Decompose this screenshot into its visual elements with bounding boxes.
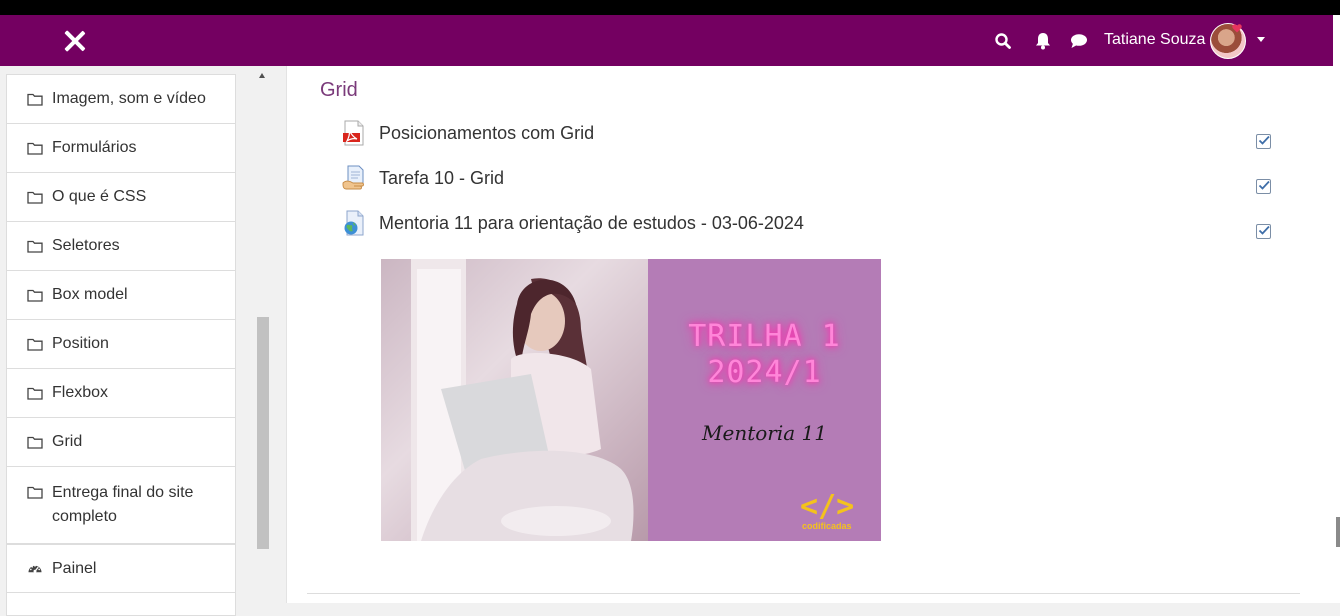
scroll-up-arrow-icon[interactable] <box>259 73 265 78</box>
banner-logo-symbol: </> <box>800 489 855 524</box>
sidebar-item-label: Imagem, som e vídeo <box>52 90 206 107</box>
sidebar-scrollbar-thumb[interactable] <box>257 317 269 549</box>
sidebar-item-label: O que é CSS <box>52 188 147 205</box>
sidebar-item-label: Grid <box>52 433 83 450</box>
sidebar-section-list: Imagem, som e vídeo Formulários O que é … <box>6 74 236 544</box>
folder-icon <box>27 338 43 351</box>
sidebar-item-entrega-final[interactable]: Entrega final do site completo <box>7 467 235 543</box>
folder-icon <box>27 387 43 400</box>
search-icon[interactable] <box>992 30 1014 52</box>
sidebar-item-grid[interactable]: Grid <box>7 418 235 467</box>
sidebar: Imagem, som e vídeo Formulários O que é … <box>0 66 270 616</box>
activity-label: Tarefa 10 - Grid <box>379 167 505 188</box>
activity-label: Mentoria 11 para orientação de estudos -… <box>379 212 804 233</box>
mentoria-banner-image: TRILHA 1 2024/1 Mentoria 11 </> codifica… <box>381 259 881 541</box>
sidebar-item-label: Seletores <box>52 237 120 254</box>
banner-title-line2: 2024/1 <box>707 355 822 390</box>
folder-icon <box>27 289 43 302</box>
sidebar-item-label: Entrega final do site completo <box>52 484 194 525</box>
url-globe-icon <box>344 210 364 236</box>
folder-icon <box>27 93 43 106</box>
sidebar-item-label: Formulários <box>52 139 137 156</box>
section-title: Grid <box>320 79 358 101</box>
pdf-icon <box>343 120 364 146</box>
navbar-edge <box>1333 15 1340 66</box>
folder-icon <box>27 486 43 499</box>
page-scrollbar-thumb[interactable] <box>1336 517 1340 547</box>
completion-checkbox[interactable] <box>1256 179 1271 194</box>
sidebar-item-o-que-e-css[interactable]: O que é CSS <box>7 173 235 222</box>
activity-label: Posicionamentos com Grid <box>379 122 595 143</box>
sidebar-item-seletores[interactable]: Seletores <box>7 222 235 271</box>
banner-subtitle: Mentoria 11 <box>702 421 827 445</box>
banner-title-line1: TRILHA 1 <box>688 319 841 354</box>
user-name[interactable]: Tatiane Souza <box>1104 31 1205 49</box>
completion-checkbox[interactable] <box>1256 134 1271 149</box>
activity-tarefa-10-grid[interactable]: Tarefa 10 - Grid <box>342 163 504 193</box>
banner-title-panel: TRILHA 1 2024/1 Mentoria 11 </> codifica… <box>648 259 881 541</box>
sidebar-item-imagem-som-video[interactable]: Imagem, som e vídeo <box>7 75 235 124</box>
sidebar-item-painel[interactable]: Painel <box>7 545 235 593</box>
browser-top-strip <box>0 0 1340 15</box>
user-menu-chevron-down-icon[interactable] <box>1257 37 1265 42</box>
section-divider <box>307 593 1300 594</box>
sidebar-item-label: Painel <box>52 559 97 577</box>
assignment-icon <box>342 165 364 190</box>
sidebar-item-label: Flexbox <box>52 384 109 401</box>
sidebar-item-label: Position <box>52 335 109 352</box>
banner-logo-text: codificadas <box>802 521 852 531</box>
sidebar-item-formularios[interactable]: Formulários <box>7 124 235 173</box>
sidebar-item-position[interactable]: Position <box>7 320 235 369</box>
folder-icon <box>27 240 43 253</box>
sidebar-item-flexbox[interactable]: Flexbox <box>7 369 235 418</box>
sidebar-item-box-model[interactable]: Box model <box>7 271 235 320</box>
folder-icon <box>27 142 43 155</box>
completion-checkbox[interactable] <box>1256 224 1271 239</box>
activity-posicionamentos-grid[interactable]: Posicionamentos com Grid <box>342 118 594 148</box>
banner-photo <box>381 259 648 541</box>
heart-icon <box>1232 24 1242 33</box>
dashboard-icon <box>28 565 42 573</box>
folder-icon <box>27 436 43 449</box>
sidebar-nav-list: Painel <box>6 544 236 616</box>
bell-icon[interactable] <box>1032 30 1054 52</box>
navbar-icons <box>992 30 1090 52</box>
chat-icon[interactable] <box>1068 30 1090 52</box>
close-drawer-icon[interactable] <box>62 28 88 54</box>
folder-icon <box>27 191 43 204</box>
course-content: Grid Posicionamentos com Grid Tarefa 10 … <box>286 66 1334 603</box>
activity-mentoria-11[interactable]: Mentoria 11 para orientação de estudos -… <box>342 208 804 238</box>
sidebar-item-label: Box model <box>52 286 128 303</box>
